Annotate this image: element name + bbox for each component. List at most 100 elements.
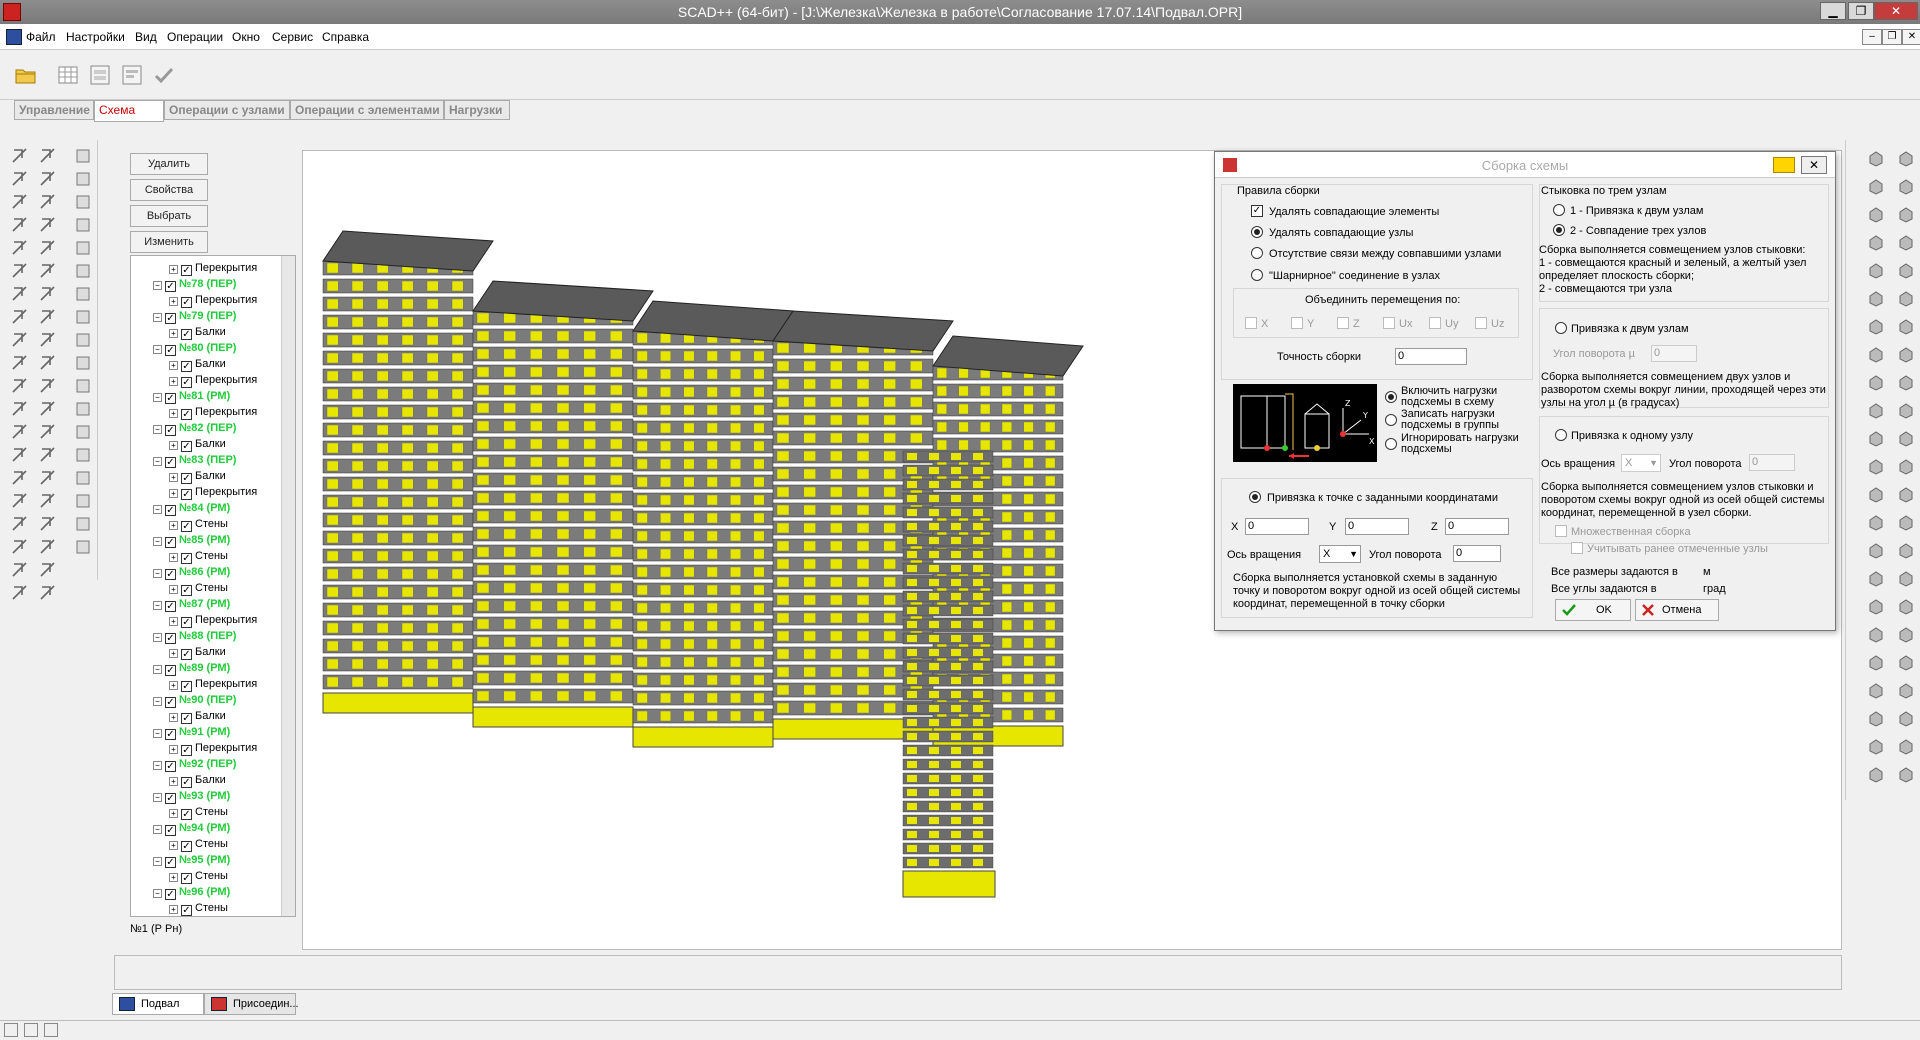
tree-leaf[interactable]: + ✓ Балки — [169, 468, 226, 484]
secondary-tool-icon[interactable] — [73, 169, 93, 189]
expand-toggle-icon[interactable]: − — [153, 281, 162, 290]
axis-tool-icon[interactable] — [10, 284, 30, 304]
view-tool-icon[interactable] — [1866, 204, 1886, 224]
secondary-tool-icon[interactable] — [73, 353, 93, 373]
copy-tool-icon[interactable] — [10, 330, 30, 350]
view-tool-icon[interactable] — [1866, 708, 1886, 728]
menu-window[interactable]: Окно — [232, 30, 260, 44]
visibility-checkbox[interactable]: ✓ — [165, 537, 176, 548]
delete-nodes-radio[interactable] — [1251, 226, 1263, 238]
move-tool-icon[interactable] — [10, 353, 30, 373]
visibility-checkbox[interactable]: ✓ — [165, 345, 176, 356]
view-tool-icon[interactable] — [1866, 428, 1886, 448]
view-tool-icon[interactable] — [1896, 568, 1916, 588]
cancel-button[interactable]: Отмена — [1635, 599, 1719, 621]
secondary-tool-icon[interactable] — [73, 422, 93, 442]
visibility-checkbox[interactable]: ✓ — [181, 265, 192, 276]
one-node-angle-input[interactable]: 0 — [1749, 454, 1795, 471]
rotate-tool-icon[interactable] — [38, 376, 58, 396]
delete-elements-checkbox[interactable]: ✓ — [1251, 205, 1263, 217]
visibility-checkbox[interactable]: ✓ — [181, 713, 192, 724]
secondary-tool-icon[interactable] — [73, 192, 93, 212]
expand-toggle-icon[interactable]: − — [153, 697, 162, 706]
visibility-checkbox[interactable]: ✓ — [165, 633, 176, 644]
tree-leaf[interactable]: + ✓ Балки — [169, 356, 226, 372]
expand-toggle-icon[interactable]: + — [169, 617, 178, 626]
expand-toggle-icon[interactable]: − — [153, 569, 162, 578]
plate-tool-icon[interactable] — [10, 238, 30, 258]
tree-node[interactable]: − ✓ №96 (РМ) — [153, 884, 230, 900]
expand-toggle-icon[interactable]: − — [153, 601, 162, 610]
view-tool-icon[interactable] — [1866, 288, 1886, 308]
view-tool-icon[interactable] — [1866, 652, 1886, 672]
pencil-tool-icon[interactable] — [38, 146, 58, 166]
three-nodes-match-radio[interactable] — [1553, 224, 1565, 236]
visibility-checkbox[interactable]: ✓ — [165, 793, 176, 804]
view-tool-icon[interactable] — [1896, 736, 1916, 756]
split-tool-icon[interactable] — [38, 468, 58, 488]
secondary-tool-icon[interactable] — [73, 261, 93, 281]
view-tool-icon[interactable] — [1866, 680, 1886, 700]
pin-tool-icon[interactable] — [10, 491, 30, 511]
close-button[interactable]: ✕ — [1874, 2, 1918, 20]
tree-leaf[interactable]: + ✓ Перекрытия — [169, 292, 257, 308]
delete-tool-icon[interactable] — [10, 422, 30, 442]
combine-ux-checkbox[interactable] — [1383, 317, 1395, 329]
tree-node[interactable]: − ✓ №88 (ПЕР) — [153, 628, 236, 644]
axis-select[interactable]: X ▼ — [1319, 545, 1361, 563]
expand-toggle-icon[interactable]: − — [153, 761, 162, 770]
loads-to-groups-radio[interactable] — [1385, 414, 1397, 426]
expand-toggle-icon[interactable]: − — [153, 825, 162, 834]
expand-toggle-icon[interactable]: + — [169, 553, 178, 562]
tree-scrollbar[interactable] — [281, 256, 295, 916]
secondary-tool-icon[interactable] — [73, 146, 93, 166]
visibility-checkbox[interactable]: ✓ — [181, 905, 192, 916]
view-tool-icon[interactable] — [1866, 176, 1886, 196]
secondary-tool-icon[interactable] — [73, 514, 93, 534]
visibility-checkbox[interactable]: ✓ — [165, 825, 176, 836]
visibility-checkbox[interactable]: ✓ — [181, 297, 192, 308]
check-icon[interactable] — [152, 63, 176, 87]
view-tool-icon[interactable] — [1866, 764, 1886, 784]
combine-y-checkbox[interactable] — [1291, 317, 1303, 329]
tree-leaf[interactable]: + ✓ Перекрытия — [169, 260, 257, 276]
tree-leaf[interactable]: + ✓ Стены — [169, 804, 228, 820]
expand-toggle-icon[interactable]: − — [153, 857, 162, 866]
visibility-checkbox[interactable]: ✓ — [165, 313, 176, 324]
tree-node[interactable]: − ✓ №78 (ПЕР) — [153, 276, 236, 292]
tree-node[interactable]: − ✓ №85 (РМ) — [153, 532, 230, 548]
expand-toggle-icon[interactable]: − — [153, 633, 162, 642]
view-tool-icon[interactable] — [1896, 232, 1916, 252]
dialog-close-button[interactable]: ✕ — [1801, 156, 1827, 174]
menu-view[interactable]: Вид — [135, 30, 157, 44]
secondary-tool-icon[interactable] — [73, 307, 93, 327]
expand-toggle-icon[interactable]: − — [153, 393, 162, 402]
view-tool-icon[interactable] — [1896, 764, 1916, 784]
join-tool-icon[interactable] — [38, 445, 58, 465]
expand-toggle-icon[interactable]: + — [169, 489, 178, 498]
visibility-checkbox[interactable]: ✓ — [165, 457, 176, 468]
ok-button[interactable]: OK — [1555, 599, 1631, 621]
visibility-checkbox[interactable]: ✓ — [181, 489, 192, 500]
open-folder-icon[interactable] — [14, 63, 38, 87]
tree-node[interactable]: − ✓ №82 (ПЕР) — [153, 420, 236, 436]
combine-uy-checkbox[interactable] — [1429, 317, 1441, 329]
view-tool-icon[interactable] — [1896, 372, 1916, 392]
tree-leaf[interactable]: + ✓ Балки — [169, 772, 226, 788]
visibility-checkbox[interactable]: ✓ — [165, 281, 176, 292]
expand-toggle-icon[interactable]: + — [169, 409, 178, 418]
doc-tab-attach[interactable]: Присоедин... — [204, 993, 299, 1015]
solid-tool-icon[interactable] — [10, 261, 30, 281]
element-tool-icon[interactable] — [38, 192, 58, 212]
element-tool-icon[interactable] — [10, 192, 30, 212]
tree-leaf[interactable]: + ✓ Стены — [169, 516, 228, 532]
expand-toggle-icon[interactable]: − — [153, 505, 162, 514]
secondary-tool-icon[interactable] — [73, 491, 93, 511]
z-coordinate-input[interactable]: 0 — [1445, 518, 1509, 535]
tree-node[interactable]: − ✓ №91 (РМ) — [153, 724, 230, 740]
delete-tool-icon[interactable] — [38, 422, 58, 442]
hinge-radio[interactable] — [1251, 269, 1263, 281]
node-tool-icon[interactable] — [10, 169, 30, 189]
visibility-checkbox[interactable]: ✓ — [165, 601, 176, 612]
expand-toggle-icon[interactable]: + — [169, 841, 178, 850]
